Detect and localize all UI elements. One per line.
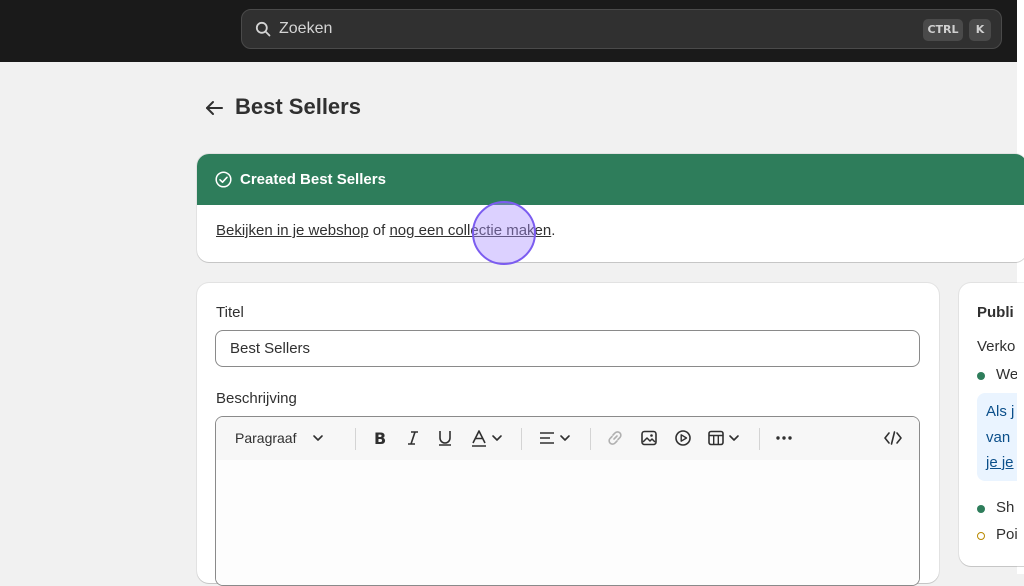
page-title: Best Sellers xyxy=(235,94,361,119)
insert-image-button[interactable] xyxy=(640,428,658,448)
italic-icon xyxy=(408,431,418,445)
collection-details-card: Titel Best Sellers Beschrijving Paragraa… xyxy=(197,283,939,586)
channel-pending-dot xyxy=(977,532,985,540)
search-icon xyxy=(255,21,271,37)
bold-icon: B xyxy=(374,429,386,447)
play-circle-icon xyxy=(675,430,691,446)
back-arrow-icon[interactable] xyxy=(204,99,224,117)
description-text-area[interactable] xyxy=(216,460,919,585)
toolbar-divider xyxy=(521,428,522,450)
click-indicator xyxy=(472,201,536,265)
chevron-down-icon xyxy=(560,435,570,441)
banner-header: Created Best Sellers xyxy=(197,154,1024,205)
paragraph-format-dropdown[interactable]: Paragraaf xyxy=(235,428,324,448)
underline-button[interactable] xyxy=(436,428,454,448)
banner-connector: of xyxy=(372,222,386,239)
editor-toolbar: Paragraaf B xyxy=(216,417,919,460)
shortcut-k-key: K xyxy=(969,19,991,41)
sales-channels-label: Verko xyxy=(977,338,1016,355)
title-input[interactable]: Best Sellers xyxy=(215,330,920,367)
title-label: Titel xyxy=(216,304,244,321)
chevron-down-icon xyxy=(313,435,324,441)
view-in-store-link[interactable]: Bekijken in je webshop xyxy=(216,222,369,239)
top-bar: Zoeken CTRL K xyxy=(0,0,1017,62)
more-options-button[interactable] xyxy=(774,428,794,448)
publishing-card: Publi Verko We Als j van je je Sh Poi xyxy=(959,283,1024,566)
insert-video-button[interactable] xyxy=(674,428,692,448)
channel-shop: Sh xyxy=(996,499,1015,516)
chevron-down-icon xyxy=(492,435,502,441)
info-line: van xyxy=(986,429,1011,446)
search-bar[interactable]: Zoeken CTRL K xyxy=(241,9,1002,49)
description-label: Beschrijving xyxy=(216,390,297,407)
bold-button[interactable]: B xyxy=(371,428,389,448)
toolbar-divider xyxy=(355,428,356,450)
publishing-title: Publi xyxy=(977,304,1014,321)
text-color-dropdown[interactable] xyxy=(470,428,503,448)
svg-text:B: B xyxy=(374,429,386,447)
info-link[interactable]: je je xyxy=(986,454,1014,471)
toolbar-divider xyxy=(590,428,591,450)
chevron-down-icon xyxy=(729,435,739,441)
channel-online-store: We xyxy=(996,366,1017,383)
channel-pos: Poi xyxy=(996,526,1017,543)
underline-icon xyxy=(439,431,451,446)
title-input-value: Best Sellers xyxy=(230,340,311,357)
check-circle-icon xyxy=(215,171,232,188)
image-icon xyxy=(641,430,657,446)
align-left-icon xyxy=(540,432,554,444)
channel-active-dot xyxy=(977,372,985,380)
table-icon xyxy=(708,430,724,446)
italic-button[interactable] xyxy=(404,428,422,448)
search-placeholder: Zoeken xyxy=(279,20,333,37)
description-editor[interactable]: Paragraaf B xyxy=(215,416,920,586)
info-line: Als j xyxy=(986,403,1015,420)
channel-info-box: Als j van je je xyxy=(977,393,1017,481)
shortcut-ctrl-key: CTRL xyxy=(923,19,963,41)
more-horizontal-icon xyxy=(776,436,792,440)
success-banner: Created Best Sellers Bekijken in je webs… xyxy=(197,154,1024,262)
banner-title: Created Best Sellers xyxy=(240,171,386,188)
paragraph-format-label: Paragraaf xyxy=(235,430,297,446)
banner-period: . xyxy=(551,222,556,239)
toolbar-divider xyxy=(759,428,760,450)
link-icon xyxy=(608,431,622,445)
text-color-icon xyxy=(472,430,486,447)
alignment-dropdown[interactable] xyxy=(538,428,571,448)
html-view-button[interactable] xyxy=(883,428,903,448)
insert-table-dropdown[interactable] xyxy=(707,428,740,448)
channel-active-dot xyxy=(977,505,985,513)
code-icon xyxy=(884,431,902,445)
insert-link-button[interactable] xyxy=(606,428,624,448)
